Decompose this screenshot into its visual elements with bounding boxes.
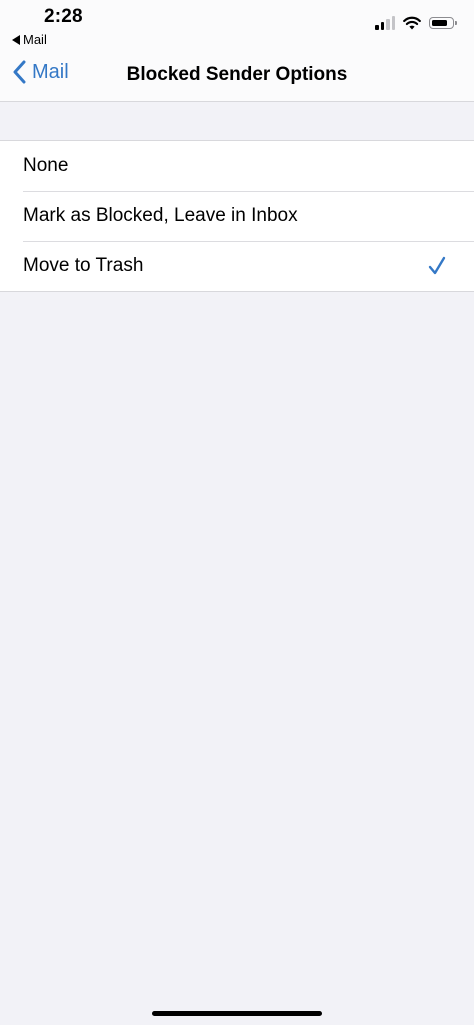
back-triangle-icon (12, 34, 20, 45)
status-back-label: Mail (23, 32, 47, 47)
status-back-to-app[interactable]: Mail (12, 32, 47, 47)
home-indicator[interactable] (152, 1011, 322, 1016)
option-move-to-trash[interactable]: Move to Trash (0, 241, 474, 291)
checkmark-icon (428, 256, 446, 275)
option-none[interactable]: None (0, 141, 474, 191)
page-title: Blocked Sender Options (126, 64, 348, 85)
status-time: 2:28 (44, 6, 83, 27)
option-label: Mark as Blocked, Leave in Inbox (23, 205, 298, 226)
screen: 2:28 Mail Mail Blocked Sender Options No… (0, 0, 474, 1025)
top-bar: 2:28 Mail Mail Blocked Sender Options (0, 0, 474, 102)
option-mark-as-blocked[interactable]: Mark as Blocked, Leave in Inbox (0, 191, 474, 241)
option-label: None (23, 155, 69, 176)
wifi-icon (403, 16, 421, 30)
status-indicators (375, 16, 457, 30)
battery-icon (429, 17, 457, 29)
cellular-signal-icon (375, 16, 395, 30)
options-list: None Mark as Blocked, Leave in Inbox Mov… (0, 140, 474, 292)
option-label: Move to Trash (23, 255, 144, 276)
